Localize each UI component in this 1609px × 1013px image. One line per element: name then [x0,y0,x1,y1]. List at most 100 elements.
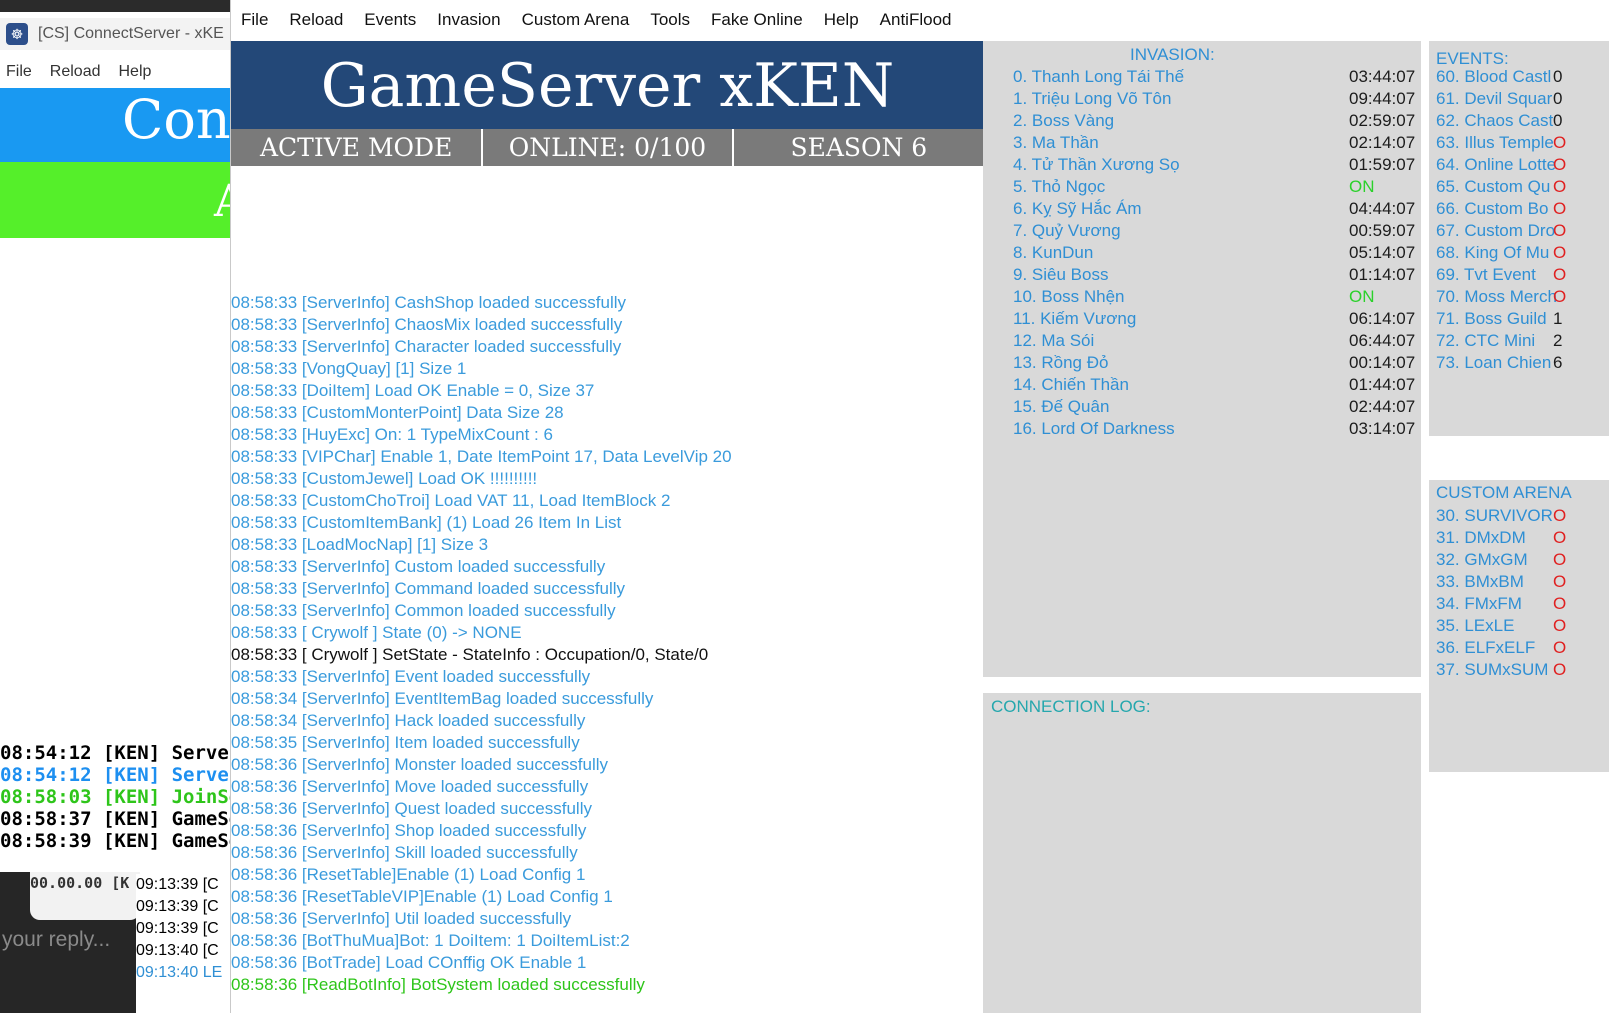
invasion-name: 8. KunDun [1013,243,1094,262]
event-status: 0 [1553,67,1563,86]
invasion-timer: 01:59:07 [1349,155,1416,174]
connection-log-panel: CONNECTION LOG: [983,693,1421,1013]
arena-item[interactable]: 32. GMxGM O [1436,549,1609,571]
reply-input[interactable]: your reply... [2,928,110,952]
event-item[interactable]: 71. Boss Guild 1 [1436,308,1609,330]
menu-file[interactable]: File [6,63,32,81]
gameserver-banner: GameServer xKEN [231,41,984,129]
log-line: 08:58:36 [BotThuMua]Bot: 1 DoiItem: 1 Do… [231,931,630,950]
event-status: O [1553,155,1567,174]
event-name: 60. Blood Castl [1436,67,1552,86]
menu-file[interactable]: File [241,10,268,30]
event-status: O [1553,221,1567,240]
status-online: ONLINE: 0/100 [481,129,731,166]
invasion-item[interactable]: 0. Thanh Long Tái Thế 03:44:07 [1013,66,1421,88]
connectserver-titlebar[interactable]: ☸ [CS] ConnectServer - xKE [0,18,240,50]
log-line: 08:58:34 [ServerInfo] Hack loaded succes… [231,711,586,730]
invasion-timer: 06:14:07 [1349,309,1416,328]
invasion-name: 12. Ma Sói [1013,331,1095,350]
arena-name: 36. ELFxELF [1436,638,1536,657]
gameserver-window: File Reload Events Invasion Custom Arena… [230,0,1609,1013]
invasion-item[interactable]: 2. Boss Vàng 02:59:07 [1013,110,1421,132]
event-item[interactable]: 60. Blood Castl 0 [1436,66,1609,88]
invasion-item[interactable]: 8. KunDun 05:14:07 [1013,242,1421,264]
event-item[interactable]: 73. Loan Chien 6 [1436,352,1609,374]
event-item[interactable]: 62. Chaos Cast 0 [1436,110,1609,132]
invasion-item[interactable]: 5. Thỏ Ngọc ON [1013,176,1421,198]
status-season: SEASON 6 [731,129,984,166]
menu-fake-online[interactable]: Fake Online [711,10,803,30]
arena-item[interactable]: 31. DMxDM O [1436,527,1609,549]
event-item[interactable]: 72. CTC Mini 2 [1436,330,1609,352]
event-item[interactable]: 66. Custom Bo O [1436,198,1609,220]
invasion-item[interactable]: 6. Kỵ Sỹ Hắc Ám 04:44:07 [1013,198,1421,220]
invasion-item[interactable]: 16. Lord Of Darkness 03:14:07 [1013,418,1421,440]
menu-tools[interactable]: Tools [650,10,690,30]
arena-name: 34. FMxFM [1436,594,1522,613]
connectserver-banner-text: Con [122,88,231,151]
invasion-name: 14. Chiến Thần [1013,375,1129,394]
log-line: 08:58:39 [KEN] GameSer [0,830,240,852]
log-line: 08:58:36 [ServerInfo] Util loaded succes… [231,909,572,928]
log-line: 09:13:39 [C [136,898,219,915]
invasion-list: 0. Thanh Long Tái Thế 03:44:07 1. Triệu Lo… [1013,66,1421,440]
invasion-item[interactable]: 1. Triệu Long Võ Tôn 09:44:07 [1013,88,1421,110]
event-name: 66. Custom Bo [1436,199,1549,218]
gameserver-statusbar: ACTIVE MODE ONLINE: 0/100 SEASON 6 [231,129,984,166]
invasion-item[interactable]: 3. Ma Thần 02:14:07 [1013,132,1421,154]
log-line: 08:58:33 [ServerInfo] ChaosMix loaded su… [231,315,623,334]
log-line: 09:13:39 [C [136,920,219,937]
invasion-item[interactable]: 15. Đế Quân 02:44:07 [1013,396,1421,418]
log-line: 08:58:33 [ServerInfo] CashShop loaded su… [231,293,627,312]
invasion-panel: INVASION: 0. Thanh Long Tái Thế 03:44:07 1… [983,41,1421,677]
menu-reload[interactable]: Reload [50,63,101,81]
log-line: 08:58:36 [ResetTable]Enable (1) Load Con… [231,865,586,884]
invasion-name: 7. Quỷ Vương [1013,221,1121,240]
event-item[interactable]: 61. Devil Squar 0 [1436,88,1609,110]
invasion-item[interactable]: 13. Rồng Đỏ 00:14:07 [1013,352,1421,374]
log-line: 08:58:33 [CustomChoTroi] Load VAT 11, Lo… [231,491,671,510]
event-item[interactable]: 65. Custom Qu O [1436,176,1609,198]
gameserver-menubar: File Reload Events Invasion Custom Arena… [231,0,1609,40]
arena-status: O [1553,550,1567,569]
invasion-name: 3. Ma Thần [1013,133,1099,152]
arena-item[interactable]: 36. ELFxELF O [1436,637,1609,659]
arena-item[interactable]: 34. FMxFM O [1436,593,1609,615]
event-item[interactable]: 64. Online Lotte O [1436,154,1609,176]
reply-card-text: 00.00.00 [K [30,874,130,892]
arena-item[interactable]: 30. SURVIVOR O [1436,505,1609,527]
gameserver-log[interactable]: 08:58:33 [ServerInfo] CashShop loaded su… [231,292,983,1013]
log-line: 08:58:36 [BotTrade] Load COnffig OK Enab… [231,953,587,972]
menu-antiflood[interactable]: AntiFlood [880,10,952,30]
invasion-timer: ON [1349,177,1375,196]
menu-help[interactable]: Help [824,10,859,30]
invasion-item[interactable]: 11. Kiếm Vương 06:14:07 [1013,308,1421,330]
event-item[interactable]: 69. Tvt Event O [1436,264,1609,286]
arena-item[interactable]: 33. BMxBM O [1436,571,1609,593]
menu-help[interactable]: Help [118,63,151,81]
invasion-item[interactable]: 14. Chiến Thần 01:44:07 [1013,374,1421,396]
arena-name: 31. DMxDM [1436,528,1526,547]
menu-invasion[interactable]: Invasion [437,10,500,30]
menu-events[interactable]: Events [364,10,416,30]
invasion-item[interactable]: 9. Siêu Boss 01:14:07 [1013,264,1421,286]
event-item[interactable]: 68. King Of Mu O [1436,242,1609,264]
event-item[interactable]: 67. Custom Dro O [1436,220,1609,242]
invasion-item[interactable]: 12. Ma Sói 06:44:07 [1013,330,1421,352]
log-line: 08:58:03 [KEN] JoinServe [0,786,240,808]
event-item[interactable]: 63. Illus Temple O [1436,132,1609,154]
arena-item[interactable]: 35. LExLE O [1436,615,1609,637]
event-item[interactable]: 70. Moss Merch O [1436,286,1609,308]
log-line: 08:58:33 [ServerInfo] Command loaded suc… [231,579,626,598]
event-status: O [1553,287,1567,306]
menu-custom-arena[interactable]: Custom Arena [522,10,630,30]
invasion-name: 15. Đế Quân [1013,397,1110,416]
arena-item[interactable]: 37. SUMxSUM O [1436,659,1609,681]
log-line: 08:58:33 [ServerInfo] Event loaded succe… [231,667,591,686]
invasion-item[interactable]: 7. Quỷ Vương 00:59:07 [1013,220,1421,242]
menu-reload[interactable]: Reload [289,10,343,30]
log-line: 08:58:33 [ServerInfo] Custom loaded succ… [231,557,606,576]
invasion-item[interactable]: 4. Tử Thần Xương Sọ 01:59:07 [1013,154,1421,176]
invasion-item[interactable]: 10. Boss Nhện ON [1013,286,1421,308]
invasion-timer: ON [1349,287,1375,306]
